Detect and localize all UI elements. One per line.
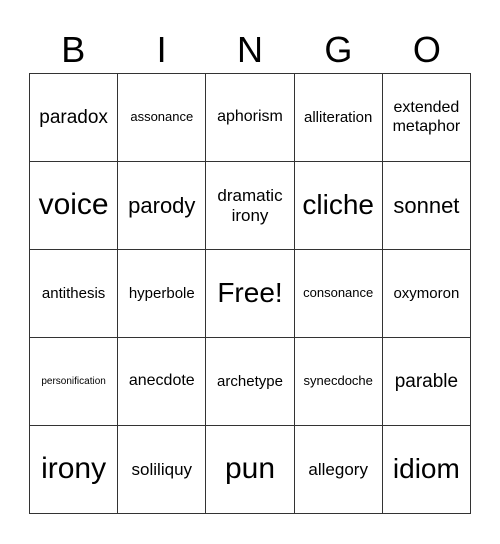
bingo-header: B I N G O (29, 28, 471, 72)
bingo-cell[interactable]: extended metaphor (382, 74, 471, 162)
bingo-cell[interactable]: parody (118, 162, 207, 250)
bingo-cell[interactable]: idiom (382, 426, 471, 514)
bingo-cell[interactable]: consonance (294, 250, 383, 338)
bingo-cell[interactable]: anecdote (118, 338, 207, 426)
bingo-cell[interactable]: cliche (294, 162, 383, 250)
header-letter-b: B (61, 29, 86, 70)
free-space-cell[interactable]: Free! (206, 250, 295, 338)
bingo-cell[interactable]: voice (30, 162, 119, 250)
bingo-cell[interactable]: aphorism (206, 74, 295, 162)
bingo-cell[interactable]: synecdoche (294, 338, 383, 426)
bingo-cell[interactable]: sonnet (382, 162, 471, 250)
bingo-cell[interactable]: dramatic irony (206, 162, 295, 250)
bingo-cell[interactable]: irony (30, 426, 119, 514)
header-letter-i: I (156, 29, 167, 70)
header-letter-n: N (237, 29, 264, 70)
bingo-cell[interactable]: oxymoron (382, 250, 471, 338)
bingo-cell[interactable]: personification (30, 338, 119, 426)
header-letter-o: O (412, 29, 441, 70)
bingo-cell[interactable]: alliteration (294, 74, 383, 162)
bingo-cell[interactable]: archetype (206, 338, 295, 426)
bingo-cell[interactable]: allegory (294, 426, 383, 514)
bingo-cell[interactable]: soliliquy (118, 426, 207, 514)
bingo-cell[interactable]: antithesis (30, 250, 119, 338)
bingo-cell[interactable]: hyperbole (118, 250, 207, 338)
header-letter-g: G (324, 29, 353, 70)
bingo-cell[interactable]: paradox (30, 74, 119, 162)
bingo-cell[interactable]: pun (206, 426, 295, 514)
bingo-cell[interactable]: assonance (118, 74, 207, 162)
bingo-cell[interactable]: parable (382, 338, 471, 426)
bingo-card-grid: paradox assonance aphorism alliteration … (29, 73, 471, 514)
